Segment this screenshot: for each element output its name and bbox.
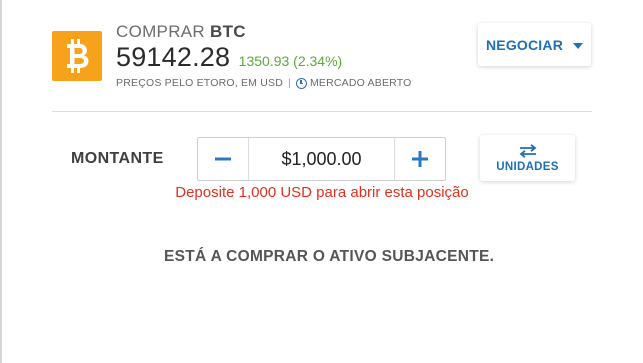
amount-label: MONTANTE [71, 150, 164, 167]
current-price: 59142.28 [116, 42, 231, 72]
price-change: 1350.93 (2.34%) [238, 53, 343, 69]
market-status: MERCADO ABERTO [309, 77, 412, 89]
trade-dropdown-label: NEGOCIAR [485, 36, 564, 53]
pricing-source: PREÇOS PELO ETORO, EM USD [116, 77, 284, 89]
units-toggle-label: UNIDADES [496, 160, 559, 173]
bitcoin-icon [52, 31, 102, 81]
left-border [0, 0, 2, 363]
instrument-symbol: BTC [210, 22, 246, 41]
trade-dropdown-button[interactable]: NEGOCIAR [478, 23, 591, 66]
deposit-warning: Deposite 1,000 USD para abrir esta posiç… [0, 184, 643, 202]
meta-separator: | [288, 77, 291, 89]
price-meta: PREÇOS PELO ETORO, EM USD | MERCADO ABER… [116, 77, 412, 89]
increase-amount-button[interactable] [394, 138, 445, 180]
deposit-warning-text: Deposite 1,000 USD para abrir esta posiç… [175, 184, 469, 201]
chevron-down-icon [573, 42, 584, 49]
units-toggle-button[interactable]: UNIDADES [480, 135, 575, 181]
decrease-amount-button[interactable] [198, 138, 249, 180]
swap-arrows-icon [519, 143, 536, 158]
plus-icon [412, 151, 428, 167]
header-divider [52, 111, 592, 112]
minus-icon [215, 157, 231, 161]
instrument-title: COMPRAR BTC [116, 22, 246, 42]
action-verb: COMPRAR [116, 22, 205, 41]
amount-input[interactable] [249, 138, 394, 180]
clock-icon [295, 77, 307, 89]
price-row: 59142.28 1350.93 (2.34%) [116, 42, 342, 73]
underlying-asset-notice: ESTÁ A COMPRAR O ATIVO SUBJACENTE. [164, 248, 495, 265]
amount-stepper [197, 137, 446, 181]
